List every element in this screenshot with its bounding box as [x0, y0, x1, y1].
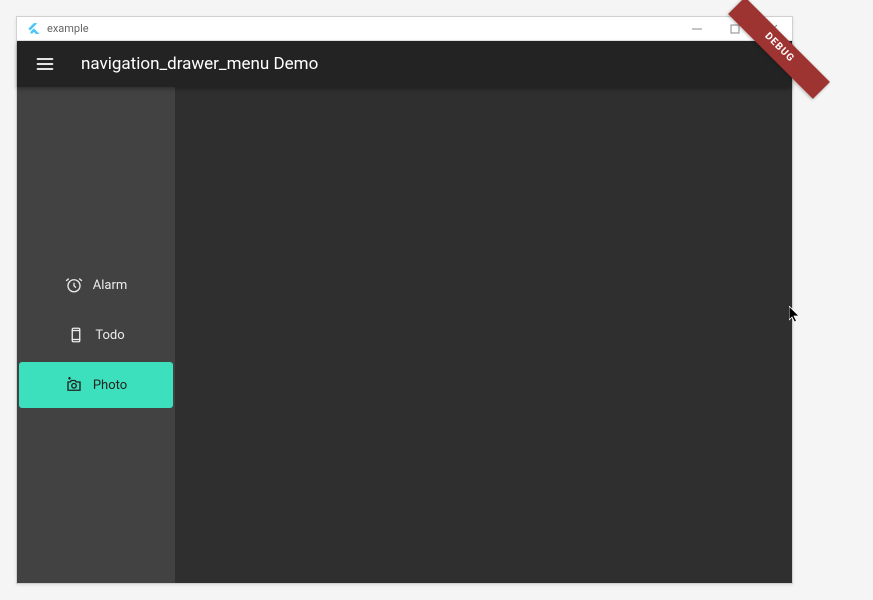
main-content-pane	[175, 87, 792, 583]
window-title: example	[47, 22, 89, 35]
drawer-item-alarm[interactable]: Alarm	[19, 262, 173, 308]
app-bar-title: navigation_drawer_menu Demo	[81, 54, 318, 74]
drawer-item-photo[interactable]: Photo	[19, 362, 173, 408]
smartphone-icon	[67, 326, 85, 344]
window-frame: example navigation_drawer_menu Demo DEBU…	[16, 16, 793, 584]
drawer-item-label: Photo	[93, 378, 127, 393]
drawer-item-label: Todo	[95, 328, 124, 343]
flutter-icon	[23, 19, 43, 39]
hamburger-icon	[35, 54, 55, 74]
body-area: Alarm Todo	[17, 87, 792, 583]
alarm-icon	[65, 276, 83, 294]
menu-button[interactable]	[25, 44, 65, 84]
drawer-item-todo[interactable]: Todo	[19, 312, 173, 358]
add-photo-icon	[65, 376, 83, 394]
app-content: navigation_drawer_menu Demo DEBUG Alarm	[17, 41, 792, 583]
minimize-button[interactable]	[678, 17, 716, 41]
titlebar: example	[17, 17, 792, 41]
navigation-drawer: Alarm Todo	[17, 87, 175, 583]
app-bar: navigation_drawer_menu Demo DEBUG	[17, 41, 792, 87]
drawer-item-label: Alarm	[93, 278, 128, 293]
debug-banner: DEBUG	[728, 0, 830, 99]
